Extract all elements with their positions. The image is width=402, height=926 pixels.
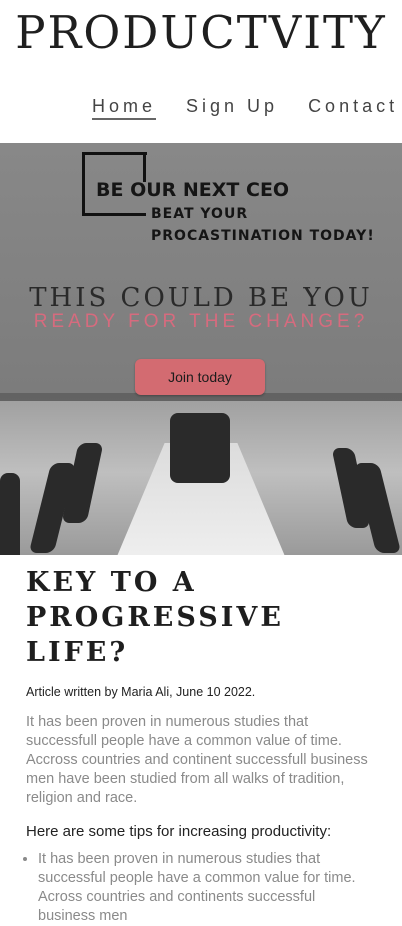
hero-subheadline: READY FOR THE CHANGE? [33, 311, 369, 332]
site-title: PRODUCTVITY [15, 6, 387, 59]
list-item: It has been proven in numerous studies t… [38, 850, 376, 926]
nav-contact[interactable]: Contact [308, 96, 398, 120]
chair-image [0, 473, 20, 555]
hero-banner: BE OUR NEXT CEO BEAT YOUR PROCASTINATION… [0, 143, 402, 555]
ceo-subtitle-line2: PROCASTINATION TODAY! [151, 228, 375, 244]
hero-headline: THIS COULD BE YOU [29, 283, 373, 313]
tips-heading: Here are some tips for increasing produc… [26, 822, 332, 840]
main-nav: Home Sign Up Contact [92, 96, 398, 120]
join-today-button[interactable]: Join today [135, 359, 265, 395]
article-title-line2: PROGRESSIVE LIFE? [26, 602, 284, 668]
ceo-title: BE OUR NEXT CEO [96, 179, 290, 201]
ceo-subtitle-line1: BEAT YOUR [151, 206, 249, 222]
article-byline: Article written by Maria Ali, June 10 20… [26, 685, 256, 699]
ceo-frame-icon [143, 152, 146, 182]
site-header: PRODUCTVITY Home Sign Up Contact [0, 0, 402, 143]
article-title: KEY TO A PROGRESSIVE LIFE? [26, 565, 376, 670]
nav-sign-up[interactable]: Sign Up [186, 96, 278, 120]
article-title-line1: KEY TO A [26, 567, 197, 598]
ceo-frame-icon [82, 213, 146, 216]
nav-home[interactable]: Home [92, 96, 157, 120]
article: KEY TO A PROGRESSIVE LIFE? Article writt… [0, 555, 402, 926]
article-intro: It has been proven in numerous studies t… [26, 714, 368, 806]
tips-list: It has been proven in numerous studies t… [26, 850, 376, 926]
chair-image [170, 413, 230, 483]
